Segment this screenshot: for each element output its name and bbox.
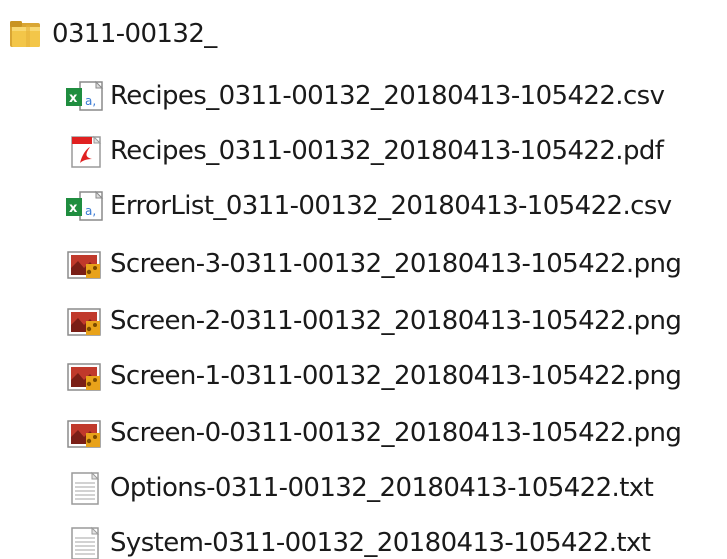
file-name: Options-0311-00132_20180413-105422.txt <box>110 473 654 503</box>
file-name: Recipes_0311-00132_20180413-105422.pdf <box>110 136 664 166</box>
file-item-recipes-csv[interactable]: a, x Recipes_0311-00132_20180413-105422.… <box>64 70 665 122</box>
file-name: Screen-1-0311-00132_20180413-105422.png <box>110 361 682 391</box>
csv-excel-icon: a, x <box>64 78 106 114</box>
svg-text:x: x <box>69 201 78 216</box>
file-name: Recipes_0311-00132_20180413-105422.csv <box>110 81 665 111</box>
png-image-icon <box>64 303 106 339</box>
png-image-icon <box>64 358 106 394</box>
file-name: System-0311-00132_20180413-105422.txt <box>110 528 651 558</box>
file-item-screen-0[interactable]: Screen-0-0311-00132_20180413-105422.png <box>64 407 682 459</box>
file-name: ErrorList_0311-00132_20180413-105422.csv <box>110 191 672 221</box>
csv-excel-icon: a, x <box>64 188 106 224</box>
file-tree: 0311-00132_ a, x Recipes_0311-00132_2018… <box>0 0 727 559</box>
folder-item[interactable]: 0311-00132_ <box>8 8 217 60</box>
folder-icon <box>8 17 46 51</box>
file-item-system-txt[interactable]: System-0311-00132_20180413-105422.txt <box>64 517 651 559</box>
file-item-errorlist-csv[interactable]: a, x ErrorList_0311-00132_20180413-10542… <box>64 180 672 232</box>
file-item-screen-2[interactable]: Screen-2-0311-00132_20180413-105422.png <box>64 295 682 347</box>
png-image-icon <box>64 246 106 282</box>
folder-name: 0311-00132_ <box>52 19 217 49</box>
file-name: Screen-2-0311-00132_20180413-105422.png <box>110 306 682 336</box>
pdf-icon <box>64 133 106 169</box>
svg-text:x: x <box>69 91 78 106</box>
txt-file-icon <box>64 525 106 559</box>
svg-text:a,: a, <box>85 204 96 218</box>
txt-file-icon <box>64 470 106 506</box>
png-image-icon <box>64 415 106 451</box>
file-name: Screen-3-0311-00132_20180413-105422.png <box>110 249 682 279</box>
file-name: Screen-0-0311-00132_20180413-105422.png <box>110 418 682 448</box>
file-item-options-txt[interactable]: Options-0311-00132_20180413-105422.txt <box>64 462 654 514</box>
file-item-screen-1[interactable]: Screen-1-0311-00132_20180413-105422.png <box>64 350 682 402</box>
file-item-recipes-pdf[interactable]: Recipes_0311-00132_20180413-105422.pdf <box>64 125 664 177</box>
file-item-screen-3[interactable]: Screen-3-0311-00132_20180413-105422.png <box>64 238 682 290</box>
svg-text:a,: a, <box>85 94 96 108</box>
